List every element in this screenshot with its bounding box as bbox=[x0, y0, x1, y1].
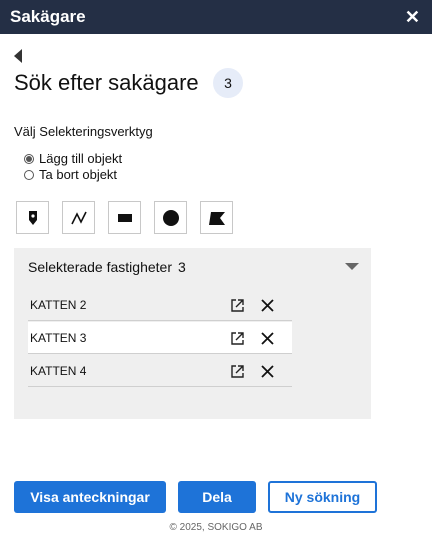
rectangle-tool-icon bbox=[117, 213, 132, 222]
circle-tool-icon bbox=[162, 209, 179, 226]
remove-icon[interactable] bbox=[260, 298, 275, 313]
property-row[interactable]: KATTEN 3 bbox=[28, 322, 292, 354]
page-title: Sök efter sakägare bbox=[14, 70, 199, 95]
property-name: KATTEN 2 bbox=[30, 297, 87, 312]
back-arrow-icon[interactable] bbox=[14, 49, 22, 63]
panel-count: 3 bbox=[177, 259, 186, 275]
panel-title-label: Selekterade fastigheter bbox=[28, 259, 172, 275]
radio-remove-object[interactable]: Ta bort objekt bbox=[24, 167, 117, 182]
close-icon[interactable]: ✕ bbox=[405, 8, 420, 26]
radio-button[interactable] bbox=[24, 169, 34, 180]
polygon-tool-button[interactable] bbox=[200, 201, 233, 234]
point-tool-button[interactable] bbox=[16, 201, 49, 234]
panel-title: Selekterade fastigheter 3 bbox=[28, 259, 186, 275]
count-badge: 3 bbox=[213, 68, 243, 98]
title-bar: Sakägare ✕ bbox=[0, 0, 432, 34]
point-tool-icon bbox=[28, 210, 37, 225]
radio-add-object[interactable]: Lägg till objekt bbox=[24, 151, 122, 166]
radio-button-checked[interactable] bbox=[24, 153, 34, 164]
polygon-tool-icon bbox=[208, 211, 225, 225]
collapse-caret-icon[interactable] bbox=[345, 263, 359, 270]
open-external-icon[interactable] bbox=[230, 298, 245, 313]
line-tool-icon bbox=[70, 211, 87, 224]
remove-icon[interactable] bbox=[260, 364, 275, 379]
open-external-icon[interactable] bbox=[230, 364, 245, 379]
selection-tool-label: Välj Selekteringsverktyg bbox=[14, 124, 153, 139]
new-search-button[interactable]: Ny sökning bbox=[268, 481, 377, 513]
radio-remove-object-label: Ta bort objekt bbox=[39, 167, 118, 182]
open-external-icon[interactable] bbox=[230, 331, 245, 346]
property-name: KATTEN 4 bbox=[30, 363, 87, 378]
share-button[interactable]: Dela bbox=[178, 481, 256, 513]
rectangle-tool-button[interactable] bbox=[108, 201, 141, 234]
selected-properties-panel: Selekterade fastigheter 3 KATTEN 2 KATTEN… bbox=[14, 248, 371, 419]
radio-add-object-label: Lägg till objekt bbox=[39, 151, 123, 166]
copyright-footer: © 2025, SOKIGO AB bbox=[169, 522, 263, 533]
property-row[interactable]: KATTEN 2 bbox=[28, 289, 292, 321]
line-tool-button[interactable] bbox=[62, 201, 95, 234]
show-notes-button[interactable]: Visa anteckningar bbox=[14, 481, 166, 513]
window-title: Sakägare bbox=[10, 7, 86, 26]
remove-icon[interactable] bbox=[260, 331, 275, 346]
property-row[interactable]: KATTEN 4 bbox=[28, 355, 292, 387]
property-name: KATTEN 3 bbox=[30, 330, 87, 345]
selection-tools bbox=[16, 201, 233, 234]
circle-tool-button[interactable] bbox=[154, 201, 187, 234]
